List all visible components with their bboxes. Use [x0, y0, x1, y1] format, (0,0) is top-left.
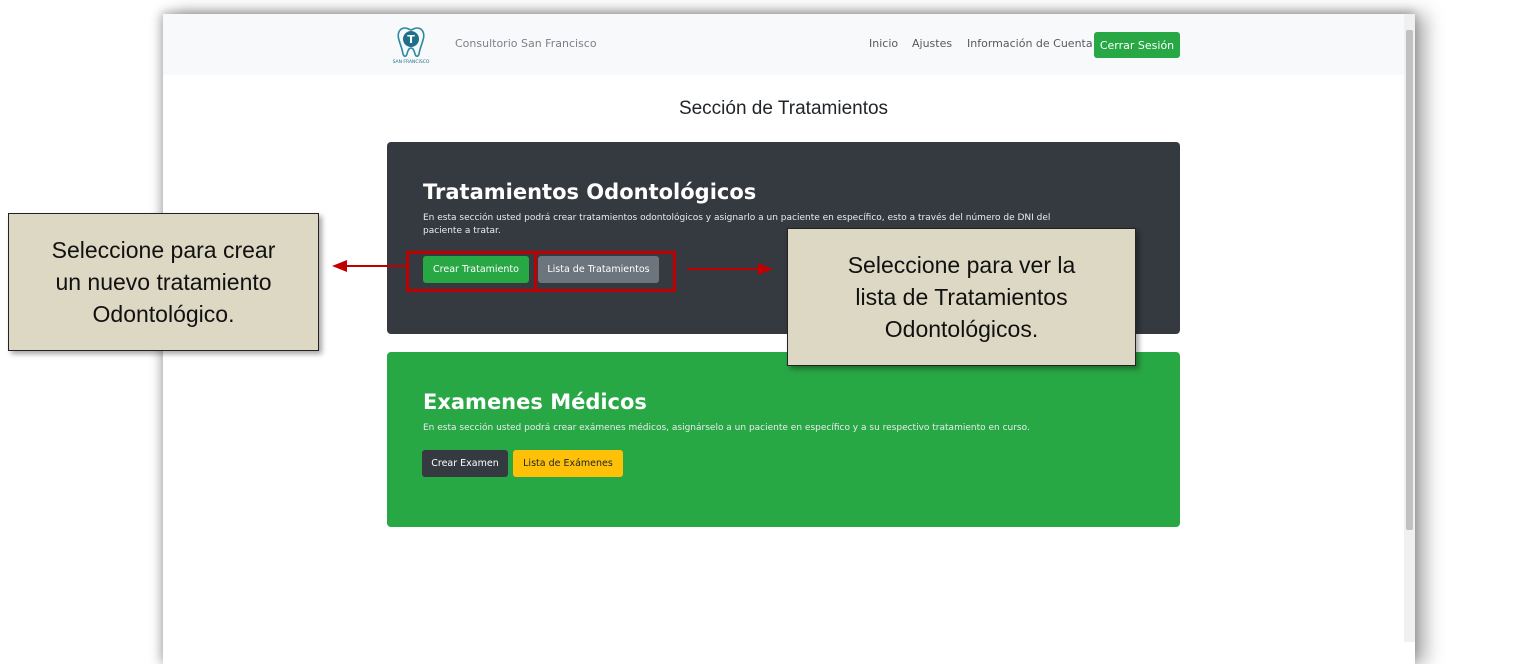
left-arrow-head-icon: [332, 260, 347, 272]
callout-right-line1: Seleccione para ver la: [847, 252, 1076, 278]
right-arrow-head-icon: [758, 263, 773, 275]
callout-right-line2: lista de Tratamientos: [855, 284, 1068, 310]
callout-right-line3: Odontológicos.: [884, 316, 1039, 342]
callout-left-line2: un nuevo tratamiento: [55, 269, 272, 295]
callout-create-treatment: Seleccione para crear un nuevo tratamien…: [8, 213, 319, 351]
callout-left-line1: Seleccione para crear: [51, 237, 276, 263]
callout-treatment-list: Seleccione para ver la lista de Tratamie…: [787, 228, 1136, 366]
callout-left-line3: Odontológico.: [92, 301, 235, 327]
